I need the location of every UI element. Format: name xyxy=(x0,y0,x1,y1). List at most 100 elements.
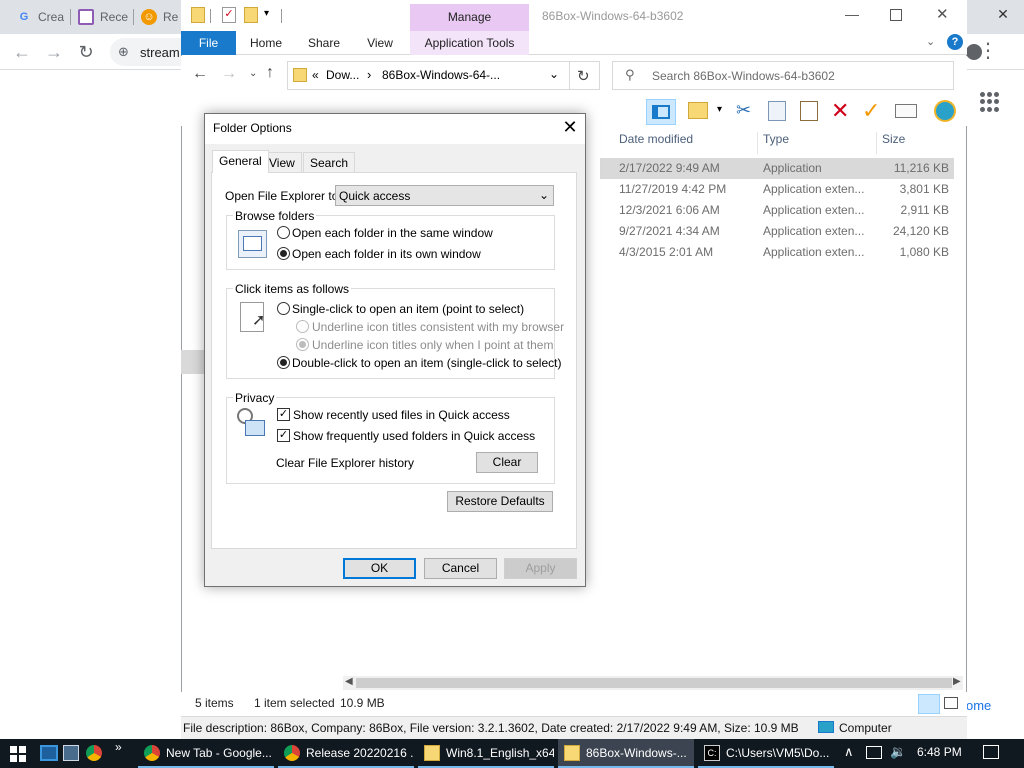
file-row[interactable]: 2/17/2022 9:49 AM Application 11,216 KB xyxy=(600,158,954,179)
pane-toggle[interactable] xyxy=(646,99,676,125)
minimize-icon[interactable]: — xyxy=(845,6,859,22)
underline-browser-radio[interactable] xyxy=(296,320,309,333)
recent-files-checkbox[interactable]: ✓ xyxy=(277,408,290,421)
details-view-icon[interactable] xyxy=(918,694,940,714)
reload-icon[interactable]: ↻ xyxy=(74,40,98,64)
properties-icon[interactable]: ✓ xyxy=(222,7,236,23)
ok-button[interactable]: OK xyxy=(343,558,416,579)
delete-icon[interactable]: ✕ xyxy=(831,98,849,124)
tab-file[interactable]: File xyxy=(181,31,236,55)
single-click-label[interactable]: Single-click to open an item (point to s… xyxy=(292,302,524,316)
dialog-close-icon[interactable]: ✕ xyxy=(560,117,580,137)
maximize-icon[interactable] xyxy=(890,9,902,21)
globe-icon[interactable] xyxy=(934,100,956,122)
file-row[interactable]: 12/3/2021 6:06 AM Application exten... 2… xyxy=(600,200,954,221)
restore-defaults-button[interactable]: Restore Defaults xyxy=(447,491,553,512)
ribbon-expand-icon[interactable]: ⌄ xyxy=(926,35,935,48)
address-field[interactable]: « Dow... › 86Box-Windows-64-... ⌄ xyxy=(287,61,570,90)
apply-button[interactable]: Apply xyxy=(504,558,577,579)
rename-icon[interactable] xyxy=(895,104,917,118)
taskbar-item[interactable]: C: C:\Users\VM5\Do... xyxy=(698,739,834,768)
frequent-folders-checkbox[interactable]: ✓ xyxy=(277,429,290,442)
chrome-icon[interactable] xyxy=(86,745,102,761)
tab-general[interactable]: General xyxy=(212,150,269,173)
breadcrumb-item[interactable]: Dow... xyxy=(326,68,359,82)
task-view-icon[interactable] xyxy=(40,745,58,761)
address-dropdown-icon[interactable]: ⌄ xyxy=(549,67,559,81)
chrome-close-icon[interactable]: ✕ xyxy=(993,4,1013,24)
frequent-folders-label[interactable]: Show frequently used folders in Quick ac… xyxy=(293,429,535,443)
dropdown-icon[interactable]: ▾ xyxy=(717,104,722,115)
close-icon[interactable]: ✕ xyxy=(936,5,949,23)
search-input[interactable]: ⚲ Search 86Box-Windows-64-b3602 xyxy=(612,61,954,90)
taskbar-item[interactable]: Release 20220216 ... xyxy=(278,739,414,768)
nav-forward-icon[interactable]: → xyxy=(221,65,237,83)
overflow-icon[interactable]: » xyxy=(115,740,122,754)
clear-button[interactable]: Clear xyxy=(476,452,538,473)
tray-overflow-icon[interactable]: ∧ xyxy=(844,744,854,760)
taskbar-item[interactable]: New Tab - Google... xyxy=(138,739,274,768)
help-icon[interactable]: ? xyxy=(947,34,963,50)
large-icons-view-icon[interactable] xyxy=(944,697,958,709)
chrome-tab[interactable]: G Crea xyxy=(16,4,64,30)
forward-icon[interactable]: → xyxy=(42,40,66,64)
new-folder-icon[interactable] xyxy=(244,7,258,23)
recent-locations-icon[interactable]: ⌄ xyxy=(249,68,257,79)
up-folder-icon[interactable]: ↑ xyxy=(266,64,274,82)
same-window-label[interactable]: Open each folder in the same window xyxy=(292,226,493,240)
tab-application-tools[interactable]: Application Tools xyxy=(410,31,529,55)
cut-icon[interactable]: ✂ xyxy=(736,100,751,121)
profile-avatar[interactable] xyxy=(966,44,982,60)
single-click-radio[interactable] xyxy=(277,302,290,315)
qat-dropdown-icon[interactable]: ▾ xyxy=(264,8,269,19)
paste-icon[interactable] xyxy=(800,101,818,121)
chrome-tab[interactable]: ☺ Re xyxy=(141,4,181,30)
windows-start-icon[interactable] xyxy=(10,746,26,762)
open-to-select[interactable]: Quick access ⌄ xyxy=(335,185,554,206)
own-window-radio[interactable] xyxy=(277,247,290,260)
item-count: 5 items xyxy=(195,696,234,710)
file-row[interactable]: 9/27/2021 4:34 AM Application exten... 2… xyxy=(600,221,954,242)
nav-back-icon[interactable]: ← xyxy=(192,65,208,83)
address-overflow[interactable]: « xyxy=(312,68,319,82)
volume-icon[interactable]: 🔉 xyxy=(890,744,906,760)
column-date-modified[interactable]: Date modified xyxy=(615,132,758,154)
apps-grid-icon[interactable] xyxy=(980,92,1000,112)
own-window-label[interactable]: Open each folder in its own window xyxy=(292,247,481,261)
cancel-button[interactable]: Cancel xyxy=(424,558,497,579)
page-text-snippet: ome xyxy=(966,698,992,713)
double-click-radio[interactable] xyxy=(277,356,290,369)
checkmark-icon[interactable]: ✓ xyxy=(862,98,880,124)
file-row[interactable]: 4/3/2015 2:01 AM Application exten... 1,… xyxy=(600,242,954,263)
column-size[interactable]: Size xyxy=(878,132,954,154)
search-icon: ⚲ xyxy=(625,67,635,82)
breadcrumb-item[interactable]: 86Box-Windows-64-... xyxy=(382,68,500,82)
clock-time[interactable]: 6:48 PM xyxy=(917,745,962,759)
same-window-radio[interactable] xyxy=(277,226,290,239)
tab-share[interactable]: Share xyxy=(304,31,344,55)
scroll-right-icon[interactable]: ▶ xyxy=(953,676,961,687)
tab-search[interactable]: Search xyxy=(303,152,356,173)
taskbar-item-label: C:\Users\VM5\Do... xyxy=(726,745,830,760)
column-type[interactable]: Type xyxy=(759,132,877,154)
refresh-button[interactable]: ↻ xyxy=(570,61,600,90)
tab-view[interactable]: View xyxy=(362,31,398,55)
breadcrumb-separator[interactable]: › xyxy=(367,67,371,82)
chrome-tab[interactable]: Rece xyxy=(78,4,128,30)
new-folder-icon[interactable] xyxy=(688,102,708,119)
underline-point-radio[interactable] xyxy=(296,338,309,351)
taskbar-item[interactable]: 86Box-Windows-... xyxy=(558,739,694,768)
taskbar-item[interactable]: Win8.1_English_x64 xyxy=(418,739,554,768)
file-manager-icon[interactable] xyxy=(63,745,79,761)
recent-files-label[interactable]: Show recently used files in Quick access xyxy=(293,408,510,422)
notifications-icon[interactable] xyxy=(983,745,999,759)
scrollbar-thumb[interactable] xyxy=(356,678,952,688)
nav-pane-selection[interactable] xyxy=(181,350,205,374)
tab-home[interactable]: Home xyxy=(244,31,288,55)
scroll-left-icon[interactable]: ◀ xyxy=(345,676,353,687)
copy-icon[interactable] xyxy=(768,101,786,121)
file-row[interactable]: 11/27/2019 4:42 PM Application exten... … xyxy=(600,179,954,200)
network-icon[interactable] xyxy=(866,746,882,759)
double-click-label[interactable]: Double-click to open an item (single-cli… xyxy=(292,356,561,370)
back-icon[interactable]: ← xyxy=(10,40,34,64)
